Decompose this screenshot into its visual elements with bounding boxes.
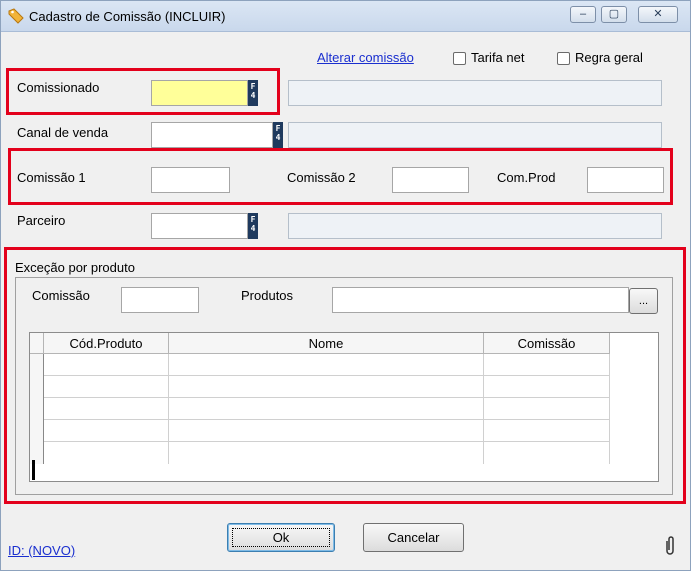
record-id-link[interactable]: ID: (NOVO)	[8, 543, 75, 558]
comissionado-lookup-button[interactable]: F4	[248, 80, 258, 106]
cell-nome[interactable]	[169, 420, 484, 442]
cell-cod-produto[interactable]	[44, 398, 169, 420]
grid-row-indicator-header	[30, 333, 44, 354]
grid-header-comissao[interactable]: Comissão	[484, 333, 610, 354]
produtos-input[interactable]	[332, 287, 629, 313]
comissao2-label: Comissão 2	[287, 170, 356, 185]
parceiro-input[interactable]	[151, 213, 248, 239]
cell-nome[interactable]	[169, 354, 484, 376]
cell-cod-produto[interactable]	[44, 420, 169, 442]
canal-venda-label: Canal de venda	[17, 125, 109, 140]
cell-nome[interactable]	[169, 398, 484, 420]
cell-cod-produto[interactable]	[44, 442, 169, 464]
cell-comissao[interactable]	[484, 398, 610, 420]
grid-header-nome[interactable]: Nome	[169, 333, 484, 354]
canal-venda-description	[288, 122, 662, 148]
regra-geral-label[interactable]: Regra geral	[575, 50, 643, 65]
comissao2-input[interactable]	[392, 167, 469, 193]
cell-comissao[interactable]	[484, 420, 610, 442]
table-row[interactable]	[30, 442, 610, 464]
tarifa-net-checkbox[interactable]	[453, 52, 466, 65]
cell-comissao[interactable]	[484, 376, 610, 398]
com-prod-input[interactable]	[587, 167, 664, 193]
parceiro-description	[288, 213, 662, 239]
tarifa-net-label[interactable]: Tarifa net	[471, 50, 524, 65]
excecao-comissao-label: Comissão	[32, 288, 90, 303]
window-title: Cadastro de Comissão (INCLUIR)	[29, 9, 226, 24]
minimize-icon: ‒	[579, 8, 587, 20]
produtos-browse-button[interactable]: ...	[629, 288, 658, 314]
cell-comissao[interactable]	[484, 354, 610, 376]
canal-venda-lookup-button[interactable]: F4	[273, 122, 283, 148]
table-row[interactable]	[30, 354, 610, 376]
regra-geral-checkbox[interactable]	[557, 52, 570, 65]
parceiro-label: Parceiro	[17, 213, 66, 228]
excecao-comissao-input[interactable]	[121, 287, 199, 313]
cell-comissao[interactable]	[484, 442, 610, 464]
paperclip-icon[interactable]	[663, 535, 677, 557]
table-row[interactable]	[30, 398, 610, 420]
row-indicator	[30, 376, 44, 398]
row-indicator	[30, 354, 44, 376]
maximize-icon: ▢	[608, 8, 620, 20]
cell-nome[interactable]	[169, 376, 484, 398]
comissionado-input[interactable]	[151, 80, 248, 106]
comissionado-label: Comissionado	[17, 80, 100, 95]
excecao-title: Exceção por produto	[15, 260, 135, 275]
cell-cod-produto[interactable]	[44, 354, 169, 376]
cell-cod-produto[interactable]	[44, 376, 169, 398]
table-row[interactable]	[30, 376, 610, 398]
comissionado-description	[288, 80, 662, 106]
comissao1-label: Comissão 1	[17, 170, 86, 185]
parceiro-lookup-button[interactable]: F4	[248, 213, 258, 239]
canal-venda-input[interactable]	[151, 122, 273, 148]
cancel-button[interactable]: Cancelar	[363, 523, 464, 552]
cancel-button-label: Cancelar	[387, 530, 440, 545]
comissao1-input[interactable]	[151, 167, 230, 193]
close-icon: ✕	[653, 8, 663, 20]
maximize-button[interactable]: ▢	[601, 6, 627, 23]
com-prod-label: Com.Prod	[497, 170, 556, 185]
tag-icon	[8, 8, 24, 24]
ok-focus-ring	[232, 528, 330, 547]
grid-cursor	[32, 460, 35, 480]
dialog-window: Cadastro de Comissão (INCLUIR) ‒ ▢ ✕ Alt…	[0, 0, 691, 571]
row-indicator	[30, 420, 44, 442]
close-button[interactable]: ✕	[638, 6, 678, 23]
minimize-button[interactable]: ‒	[570, 6, 596, 23]
grid-header-cod-produto[interactable]: Cód.Produto	[44, 333, 169, 354]
ok-button[interactable]: Ok	[227, 523, 335, 552]
alterar-comissao-link[interactable]: Alterar comissão	[317, 50, 414, 65]
dialog-body: Alterar comissão Tarifa net Regra geral …	[1, 32, 690, 570]
title-bar[interactable]: Cadastro de Comissão (INCLUIR) ‒ ▢ ✕	[1, 1, 690, 32]
table-row[interactable]	[30, 420, 610, 442]
row-indicator	[30, 398, 44, 420]
produtos-grid[interactable]: Cód.Produto Nome Comissão	[29, 332, 659, 482]
produtos-label: Produtos	[241, 288, 294, 303]
cell-nome[interactable]	[169, 442, 484, 464]
